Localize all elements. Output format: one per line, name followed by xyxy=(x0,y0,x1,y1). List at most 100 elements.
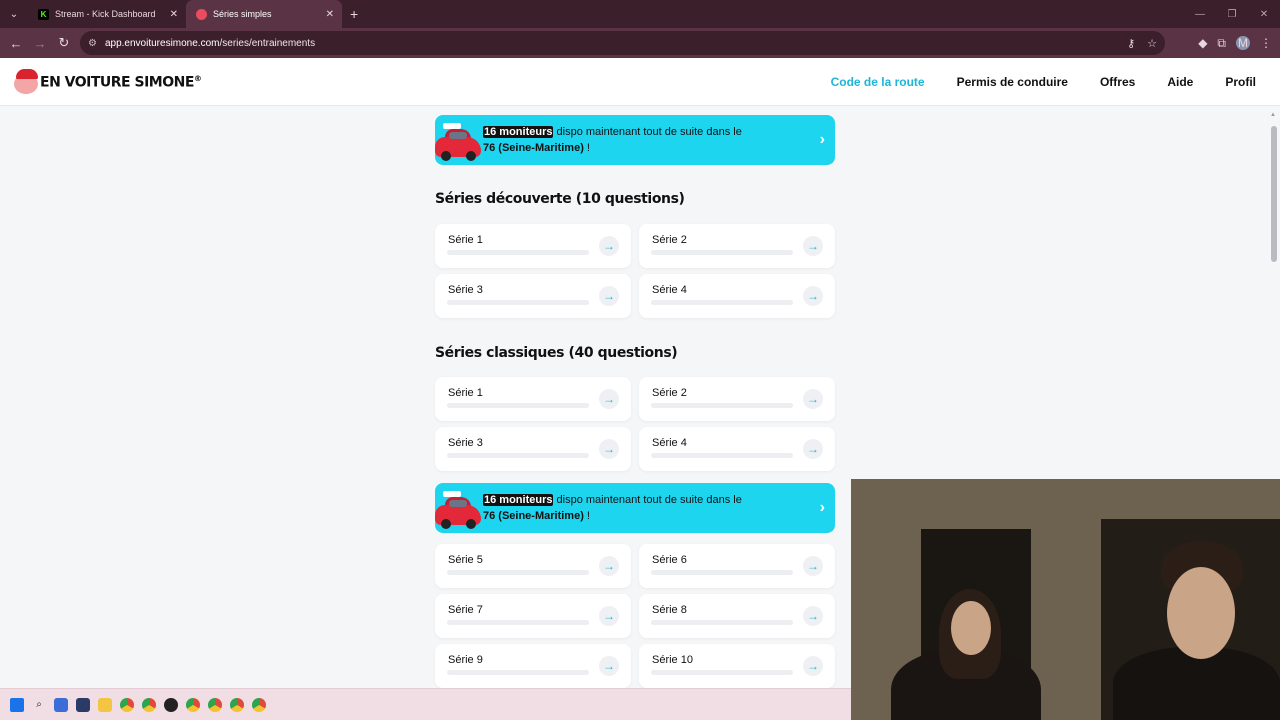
chrome-icon[interactable] xyxy=(252,697,266,712)
close-icon[interactable]: ✕ xyxy=(170,9,178,20)
promo-banner[interactable]: 16 moniteurs dispo maintenant tout de su… xyxy=(435,483,835,533)
password-key-icon[interactable]: ⚷ xyxy=(1127,37,1135,50)
close-icon[interactable]: ✕ xyxy=(326,9,334,20)
arrow-right-icon[interactable]: → xyxy=(803,439,823,459)
reload-icon[interactable]: ↻ xyxy=(52,31,76,55)
window-controls: — ❐ ✕ xyxy=(1184,0,1280,28)
progress-bar xyxy=(651,250,793,255)
series-card[interactable]: Série 3 → xyxy=(435,427,631,471)
menu-dots-icon[interactable]: ⋮ xyxy=(1260,36,1272,50)
webcam-overlay xyxy=(851,479,1280,720)
nav-profil[interactable]: Profil xyxy=(1225,75,1256,89)
arrow-right-icon[interactable]: → xyxy=(599,286,619,306)
progress-bar xyxy=(447,570,589,575)
nav-aide[interactable]: Aide xyxy=(1167,75,1193,89)
arrow-right-icon[interactable]: → xyxy=(803,656,823,676)
promo-text: 16 moniteurs dispo maintenant tout de su… xyxy=(483,494,742,522)
tab-kick-dashboard[interactable]: K Stream - Kick Dashboard ✕ xyxy=(28,0,186,28)
chrome-icon[interactable] xyxy=(186,697,200,712)
section-title-classiques: Séries classiques (40 questions) xyxy=(435,345,678,361)
new-tab-button[interactable]: + xyxy=(350,6,358,22)
series-card[interactable]: Série 3 → xyxy=(435,274,631,318)
arrow-right-icon[interactable]: → xyxy=(599,656,619,676)
series-card[interactable]: Série 2 → xyxy=(639,224,835,268)
simone-icon xyxy=(196,8,207,20)
car-icon xyxy=(435,123,481,163)
series-card[interactable]: Série 9 → xyxy=(435,644,631,688)
forward-icon[interactable]: → xyxy=(28,31,52,55)
chrome-icon[interactable] xyxy=(120,697,134,712)
nav-code-de-la-route[interactable]: Code de la route xyxy=(831,75,925,89)
arrow-right-icon[interactable]: → xyxy=(803,556,823,576)
tab-series-simples[interactable]: Séries simples ✕ xyxy=(186,0,342,28)
series-card[interactable]: Série 2 → xyxy=(639,377,835,421)
main-nav: Code de la route Permis de conduire Offr… xyxy=(831,58,1256,106)
arrow-right-icon[interactable]: → xyxy=(803,236,823,256)
series-card[interactable]: Série 5 → xyxy=(435,544,631,588)
obs-icon[interactable] xyxy=(164,697,178,712)
series-card[interactable]: Série 8 → xyxy=(639,594,835,638)
progress-bar xyxy=(651,300,793,305)
progress-bar xyxy=(651,570,793,575)
series-label: Série 1 xyxy=(448,234,483,246)
arrow-right-icon[interactable]: → xyxy=(803,606,823,626)
site-info-icon[interactable]: ⚙ xyxy=(88,38,97,49)
arrow-right-icon[interactable]: → xyxy=(599,606,619,626)
profile-avatar[interactable]: M xyxy=(1236,36,1250,50)
calendar-icon[interactable] xyxy=(76,697,90,712)
series-label: Série 4 xyxy=(652,284,687,296)
series-card[interactable]: Série 7 → xyxy=(435,594,631,638)
site-logo[interactable]: EN VOITURE SIMONE® xyxy=(12,68,202,96)
tab-search-icon[interactable]: ⌄ xyxy=(0,0,28,28)
progress-bar xyxy=(651,453,793,458)
series-card[interactable]: Série 10 → xyxy=(639,644,835,688)
progress-bar xyxy=(447,453,589,458)
series-card[interactable]: Série 1 → xyxy=(435,224,631,268)
nav-offres[interactable]: Offres xyxy=(1100,75,1135,89)
arrow-right-icon[interactable]: → xyxy=(803,286,823,306)
arrow-right-icon[interactable]: → xyxy=(599,389,619,409)
arrow-right-icon[interactable]: → xyxy=(803,389,823,409)
progress-bar xyxy=(447,300,589,305)
chrome-icon[interactable] xyxy=(142,697,156,712)
chrome-icon[interactable] xyxy=(230,697,244,712)
series-card[interactable]: Série 4 → xyxy=(639,427,835,471)
copilot-icon[interactable] xyxy=(54,697,68,712)
series-card[interactable]: Série 6 → xyxy=(639,544,835,588)
series-label: Série 9 xyxy=(448,654,483,666)
series-card[interactable]: Série 4 → xyxy=(639,274,835,318)
browser-tab-bar: ⌄ K Stream - Kick Dashboard ✕ Séries sim… xyxy=(0,0,1280,28)
scroll-up-icon[interactable]: ▲ xyxy=(1270,112,1276,118)
series-card[interactable]: Série 1 → xyxy=(435,377,631,421)
promo-banner[interactable]: 16 moniteurs dispo maintenant tout de su… xyxy=(435,115,835,165)
extension-icon[interactable]: ◆ xyxy=(1198,36,1207,50)
file-explorer-icon[interactable] xyxy=(98,697,112,712)
close-window-icon[interactable]: ✕ xyxy=(1248,0,1280,28)
search-icon[interactable]: ⌕ xyxy=(32,698,46,712)
site-header: EN VOITURE SIMONE® Code de la route Perm… xyxy=(0,58,1280,106)
series-label: Série 7 xyxy=(448,604,483,616)
restore-icon[interactable]: ❐ xyxy=(1216,0,1248,28)
promo-text: 16 moniteurs dispo maintenant tout de su… xyxy=(483,126,742,154)
arrow-right-icon[interactable]: → xyxy=(599,439,619,459)
windows-start-icon[interactable] xyxy=(10,697,24,712)
series-label: Série 2 xyxy=(652,234,687,246)
address-bar[interactable]: ⚙ app.envoituresimone.com/series/entrain… xyxy=(80,31,1165,55)
tab-label: Séries simples xyxy=(213,9,272,19)
puzzle-icon[interactable]: ⧉ xyxy=(1217,36,1226,51)
bookmark-star-icon[interactable]: ☆ xyxy=(1147,37,1157,50)
back-icon[interactable]: ← xyxy=(4,31,28,55)
series-label: Série 2 xyxy=(652,387,687,399)
arrow-right-icon[interactable]: → xyxy=(599,556,619,576)
url-text[interactable]: app.envoituresimone.com/series/entrainem… xyxy=(105,38,315,49)
progress-bar xyxy=(651,620,793,625)
kick-icon: K xyxy=(38,8,49,20)
scrollbar-thumb[interactable] xyxy=(1271,126,1277,262)
minimize-icon[interactable]: — xyxy=(1184,0,1216,28)
progress-bar xyxy=(651,670,793,675)
series-label: Série 8 xyxy=(652,604,687,616)
chrome-icon[interactable] xyxy=(208,697,222,712)
nav-permis-de-conduire[interactable]: Permis de conduire xyxy=(957,75,1068,89)
chevron-right-icon: › xyxy=(819,131,825,148)
arrow-right-icon[interactable]: → xyxy=(599,236,619,256)
